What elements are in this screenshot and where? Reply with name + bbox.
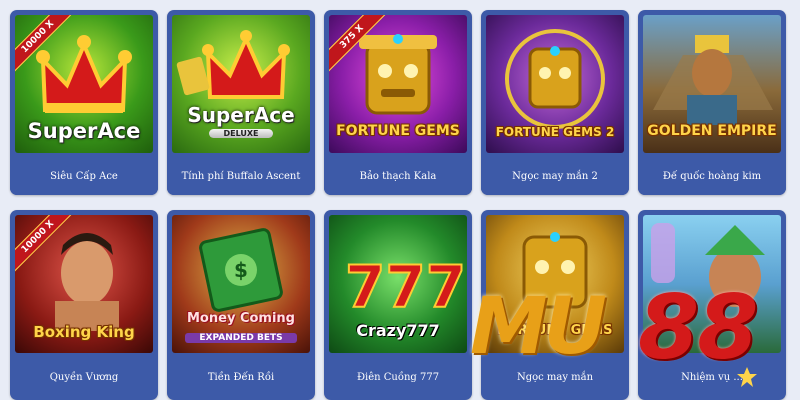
game-card-buffalo-ascent[interactable]: SuperAce DELUXE Tính phí Buffalo Ascent	[167, 10, 315, 195]
game-card-de-quoc-hoang-kim[interactable]: GOLDEN EMPIRE Đế quốc hoàng kim	[638, 10, 786, 195]
game-thumbnail[interactable]: 10000 X Boxing King	[15, 215, 153, 353]
game-card-sieu-cap-ace[interactable]: 10000 X SuperAce Siêu Cấp Ace	[10, 10, 158, 195]
explorer-portrait-icon	[651, 223, 765, 307]
game-logo: SuperAce	[27, 119, 141, 143]
game-thumbnail[interactable]: 375 X FORTUNE GEMS	[329, 15, 467, 153]
game-title: Quyền Vương	[10, 358, 158, 396]
game-grid: 10000 X SuperAce Siêu Cấp Ace SuperAce D…	[0, 0, 800, 400]
game-logo: Boxing King	[33, 323, 135, 341]
game-logo: FORTUNE GEMS	[336, 123, 460, 139]
game-title: Điên Cuồng 777	[324, 358, 472, 396]
game-title: Tiền Đến Rồi	[167, 358, 315, 396]
game-title: Đế quốc hoàng kim	[638, 157, 786, 195]
game-thumbnail[interactable]: 10000 X SuperAce	[15, 15, 153, 153]
game-thumbnail[interactable]: GOLDEN EMPIRE	[643, 15, 781, 153]
game-title: Tính phí Buffalo Ascent	[167, 157, 315, 195]
game-card-ngoc-may-man-2[interactable]: FORTUNE GEMS 2 Ngọc may mắn 2	[481, 10, 629, 195]
game-logo: GOLDEN EMPIRE	[647, 123, 777, 139]
game-thumbnail[interactable]: 777 Crazy777	[329, 215, 467, 353]
game-thumbnail[interactable]: FORTUNE GEMS	[486, 215, 624, 353]
game-logo: Money Coming	[187, 311, 295, 326]
svg-text:777: 777	[345, 253, 466, 321]
game-card-quyen-vuong[interactable]: 10000 X Boxing King Quyền Vương	[10, 210, 158, 400]
game-card-bao-thach-kala[interactable]: 375 X FORTUNE GEMS Bảo thạch Kala	[324, 10, 472, 195]
game-thumbnail[interactable]: SuperAce DELUXE	[172, 15, 310, 153]
game-title: Ngọc may mắn	[481, 358, 629, 396]
game-title: Bảo thạch Kala	[324, 157, 472, 195]
game-title: Siêu Cấp Ace	[10, 157, 158, 195]
game-card-dien-cuong-777[interactable]: 777 Crazy777 Điên Cuồng 777	[324, 210, 472, 400]
svg-text:$: $	[234, 258, 248, 282]
game-thumbnail[interactable]: $ Money Coming EXPANDED BETS	[172, 215, 310, 353]
game-logo: FORTUNE GEMS	[497, 323, 613, 338]
game-card-nhiem-vu[interactable]: Nhiệm vụ ...	[638, 210, 786, 400]
game-title: Ngọc may mắn 2	[481, 157, 629, 195]
game-card-ngoc-may-man[interactable]: FORTUNE GEMS Ngọc may mắn	[481, 210, 629, 400]
game-thumbnail[interactable]: FORTUNE GEMS 2	[486, 15, 624, 153]
game-title: Nhiệm vụ ...	[638, 358, 786, 396]
game-logo-sub: EXPANDED BETS	[185, 333, 297, 343]
game-thumbnail[interactable]	[643, 215, 781, 353]
game-logo: FORTUNE GEMS 2	[495, 125, 615, 139]
game-logo: SuperAce	[187, 103, 295, 127]
game-logo-sub: DELUXE	[209, 129, 273, 138]
game-logo: Crazy777	[356, 321, 440, 340]
game-card-tien-den-roi[interactable]: $ Money Coming EXPANDED BETS Tiền Đến Rồ…	[167, 210, 315, 400]
